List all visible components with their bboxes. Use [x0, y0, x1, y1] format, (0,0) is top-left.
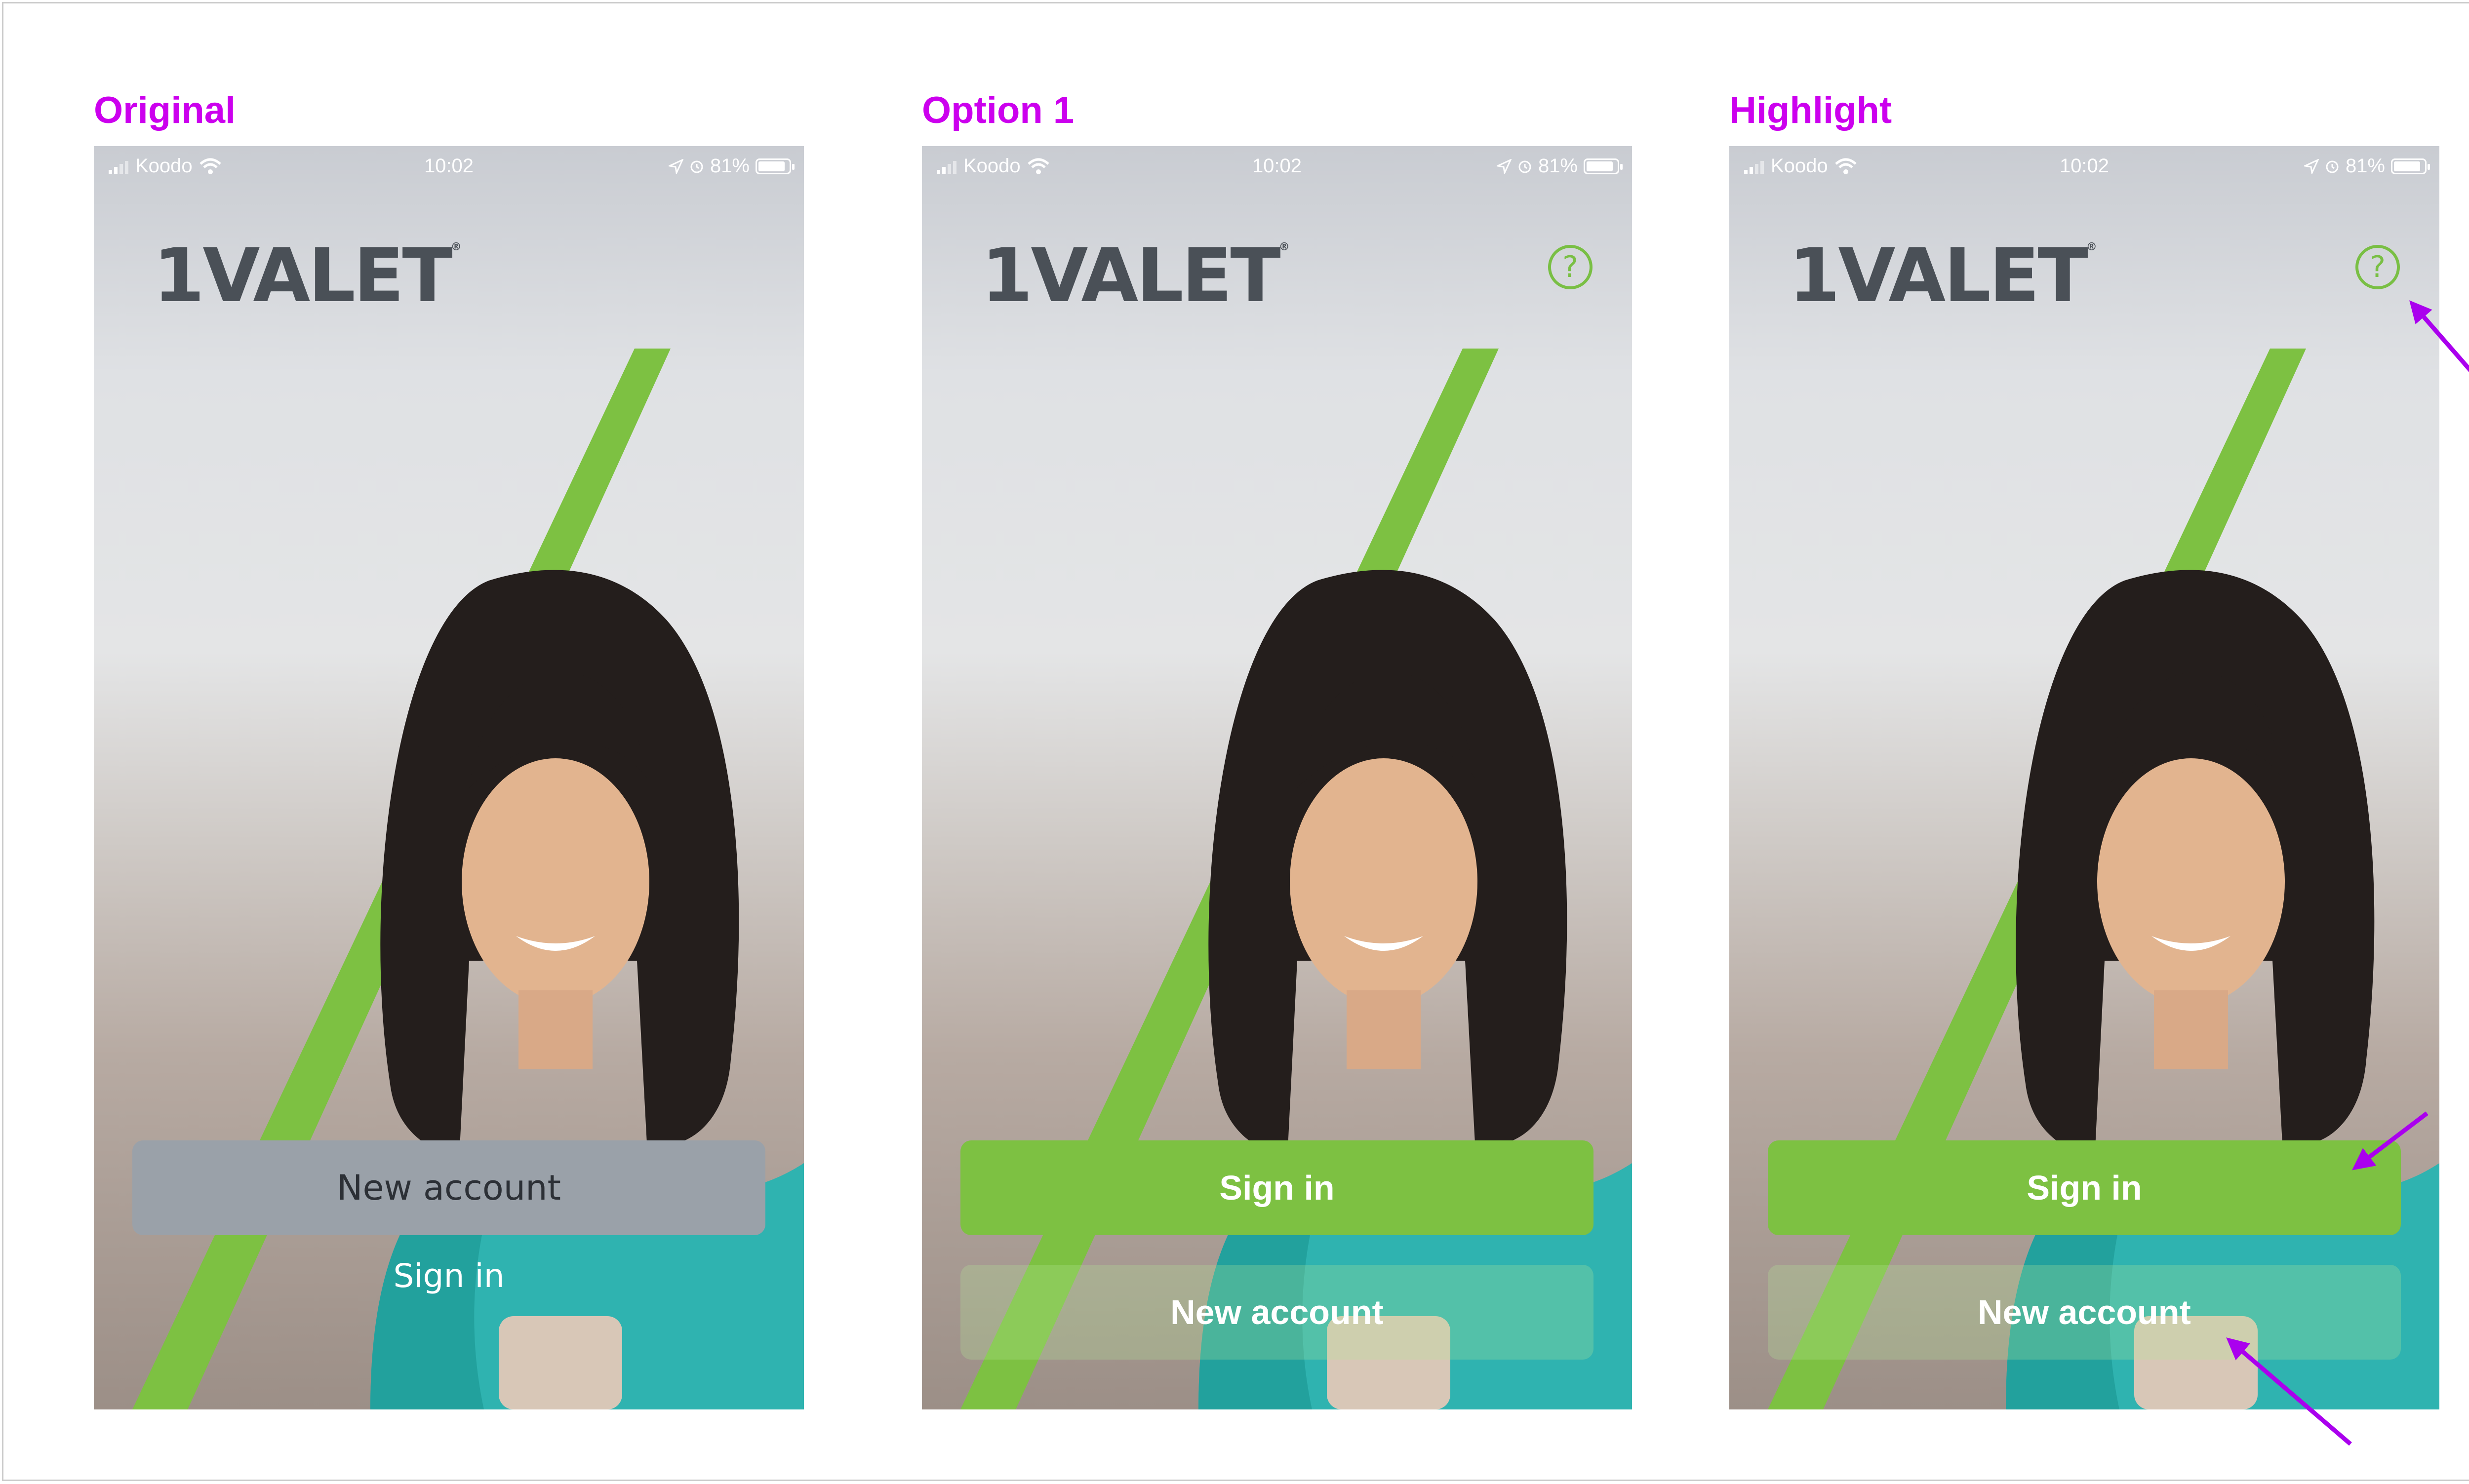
annotation-arrow-icon — [2351, 1111, 2429, 1171]
annotation-arrow-icon — [2226, 1337, 2352, 1446]
annotation-layer — [2226, 300, 2469, 1446]
annotation-arrow-icon — [2409, 300, 2469, 372]
